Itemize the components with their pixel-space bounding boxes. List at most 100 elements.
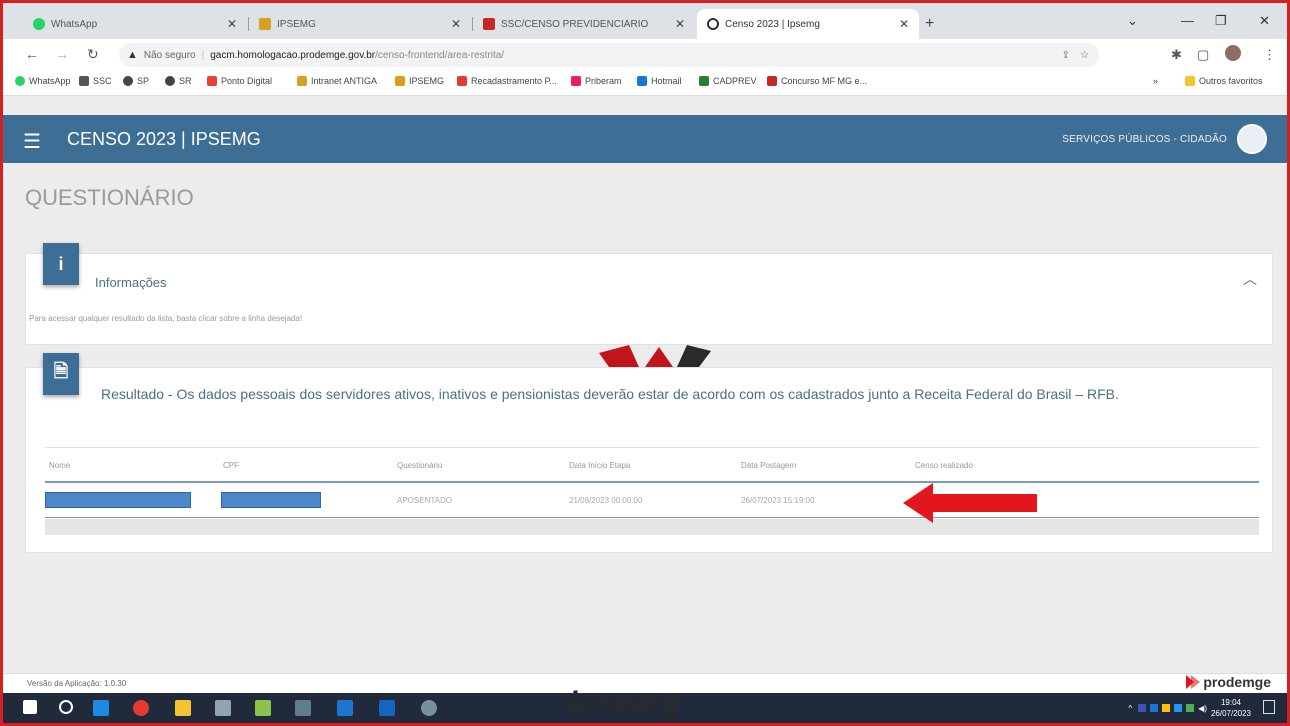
tab-label: IPSEMG <box>277 18 316 30</box>
tab-ipsemg[interactable]: IPSEMG ✕ <box>249 9 473 39</box>
bookmark-item[interactable]: SSC <box>79 76 112 86</box>
bookmark-item[interactable]: Ponto Digital <box>207 76 272 86</box>
tab-censo-2023[interactable]: Censo 2023 | Ipsemg ✕ <box>697 9 919 39</box>
cell-data-postagem: 26/07/2023 15:19:00 <box>741 496 815 505</box>
tray-icon[interactable] <box>1162 704 1171 712</box>
warning-icon: ▲ <box>127 49 138 61</box>
column-header-cpf[interactable]: CPF <box>223 461 239 470</box>
close-icon[interactable]: ✕ <box>451 17 461 31</box>
side-panel-icon[interactable]: ▢ <box>1197 47 1209 63</box>
column-header-data-postagem[interactable]: Data Postagem <box>741 461 796 470</box>
address-bar[interactable]: ▲ Não seguro | gacm.homologacao.prodemge… <box>119 43 1099 67</box>
bookmark-item[interactable]: Concurso MF MG e... <box>767 76 867 86</box>
services-menu-link[interactable]: SERVIÇOS PÚBLICOS - CIDADÃO <box>1062 134 1227 145</box>
notepad-icon[interactable] <box>215 700 231 716</box>
triangle-icon <box>457 76 467 86</box>
outlook-icon <box>637 76 647 86</box>
monitor-icon[interactable] <box>255 700 271 716</box>
new-tab-button[interactable]: + <box>925 15 934 33</box>
priberam-icon <box>571 76 581 86</box>
tray-icon[interactable] <box>1150 704 1159 712</box>
ssc-icon <box>79 76 89 86</box>
loading-icon <box>707 18 719 30</box>
network-icon[interactable] <box>1186 704 1195 712</box>
bookmark-item[interactable]: SR <box>165 76 192 86</box>
info-card-text: Para acessar qualquer resultado da lista… <box>29 314 303 323</box>
column-header-questionario[interactable]: Questionário <box>397 461 442 470</box>
bookmark-item[interactable]: Hotmail <box>637 76 682 86</box>
bookmark-item[interactable]: IPSEMG <box>395 76 444 86</box>
row-divider <box>45 517 1259 518</box>
search-icon[interactable] <box>59 700 73 714</box>
collapse-chevron-up-icon[interactable]: ︿ <box>1243 269 1257 289</box>
red-arrow-annotation <box>903 483 1037 523</box>
notification-center-icon[interactable] <box>1263 700 1275 714</box>
tab-whatsapp[interactable]: WhatsApp ✕ <box>23 9 249 39</box>
close-icon[interactable]: ✕ <box>899 17 909 31</box>
tab-label: SSC/CENSO PREVIDENCIARIO <box>501 18 649 30</box>
bookmark-item[interactable]: SP <box>123 76 149 86</box>
other-bookmarks[interactable]: Outros favoritos <box>1185 76 1263 86</box>
browser-tab-strip: WhatsApp ✕ IPSEMG ✕ SSC/CENSO PREVIDENCI… <box>3 3 1287 39</box>
app-version: Versão da Aplicação: 1.0.30 <box>27 679 127 688</box>
close-window-button[interactable]: ✕ <box>1259 13 1270 29</box>
tray-icon[interactable] <box>1174 704 1183 712</box>
chevron-up-icon[interactable]: ^ <box>1128 704 1132 713</box>
bookmark-label: Intranet ANTIGA <box>311 76 378 86</box>
tab-ssc-censo[interactable]: SSC/CENSO PREVIDENCIARIO ✕ <box>473 9 695 39</box>
info-card-title: Informações <box>95 275 167 290</box>
result-card-title: Resultado - Os dados pessoais dos servid… <box>101 386 1119 402</box>
zoom-icon[interactable] <box>337 700 353 716</box>
gmail-icon <box>483 18 495 30</box>
cell-data-inicio: 21/08/2023 00:00:00 <box>569 496 643 505</box>
bookmark-label: IPSEMG <box>409 76 445 86</box>
settings-icon[interactable] <box>421 700 437 716</box>
chrome-icon[interactable] <box>133 700 149 716</box>
bookmark-label: WhatsApp <box>29 76 71 86</box>
column-header-censo-realizado[interactable]: Censo realizado <box>915 461 973 470</box>
menu-kebab-icon[interactable]: ⋮ <box>1263 47 1276 63</box>
bookmark-item[interactable]: WhatsApp <box>15 76 71 86</box>
column-header-nome[interactable]: Nome <box>49 461 70 470</box>
bookmark-item[interactable]: CADPREV <box>699 76 757 86</box>
volume-icon[interactable]: ◀) <box>1198 704 1207 713</box>
app-title: CENSO 2023 | IPSEMG <box>67 129 261 149</box>
forward-button[interactable]: → <box>55 46 69 62</box>
share-icon[interactable]: ⇪ <box>1062 50 1070 61</box>
outlook-icon[interactable] <box>93 700 109 716</box>
extensions-icon[interactable]: ✱ <box>1171 47 1182 63</box>
ipsemg-logo-fragment <box>599 345 711 367</box>
minimize-button[interactable]: — <box>1181 13 1194 28</box>
file-explorer-icon[interactable] <box>175 700 191 716</box>
bookmark-label: CADPREV <box>713 76 757 86</box>
word-icon[interactable] <box>379 700 395 716</box>
bookmark-item[interactable]: Recadastramento P... <box>457 76 557 86</box>
tab-search-chevron-icon[interactable]: ⌄ <box>1127 13 1138 29</box>
redacted-name <box>45 492 191 508</box>
reload-button[interactable]: ↻ <box>87 46 99 63</box>
bookmarks-overflow[interactable]: » <box>1153 76 1158 86</box>
bookmark-star-icon[interactable]: ☆ <box>1080 50 1089 61</box>
back-button[interactable]: ← <box>25 46 39 62</box>
bookmark-item[interactable]: Intranet ANTIGA <box>297 76 377 86</box>
profile-avatar[interactable] <box>1225 45 1241 61</box>
prodemge-logo-text: prodemge <box>1203 674 1271 690</box>
concurso-icon <box>767 76 777 86</box>
user-avatar[interactable] <box>1237 124 1267 154</box>
windows-start-icon[interactable] <box>23 700 37 714</box>
close-icon[interactable]: ✕ <box>675 17 685 31</box>
hamburger-menu-icon[interactable]: ☰ <box>23 129 41 154</box>
ipsemg-icon <box>259 18 271 30</box>
bookmark-label: Concurso MF MG e... <box>781 76 868 86</box>
clock-time: 19:04 <box>1220 698 1241 707</box>
security-label: Não seguro <box>143 49 196 61</box>
close-icon[interactable]: ✕ <box>227 17 237 31</box>
app-icon[interactable] <box>295 700 311 716</box>
maximize-button[interactable]: ❐ <box>1215 13 1227 29</box>
column-header-data-inicio[interactable]: Data Início Etapa <box>569 461 630 470</box>
prodemge-mark-icon <box>1186 675 1201 689</box>
bookmark-item[interactable]: Priberam <box>571 76 622 86</box>
tray-icon[interactable] <box>1138 704 1147 712</box>
cell-questionario: APOSENTADO <box>397 496 452 505</box>
taskbar-clock[interactable]: 19:04 26/07/2023 <box>1211 697 1251 719</box>
